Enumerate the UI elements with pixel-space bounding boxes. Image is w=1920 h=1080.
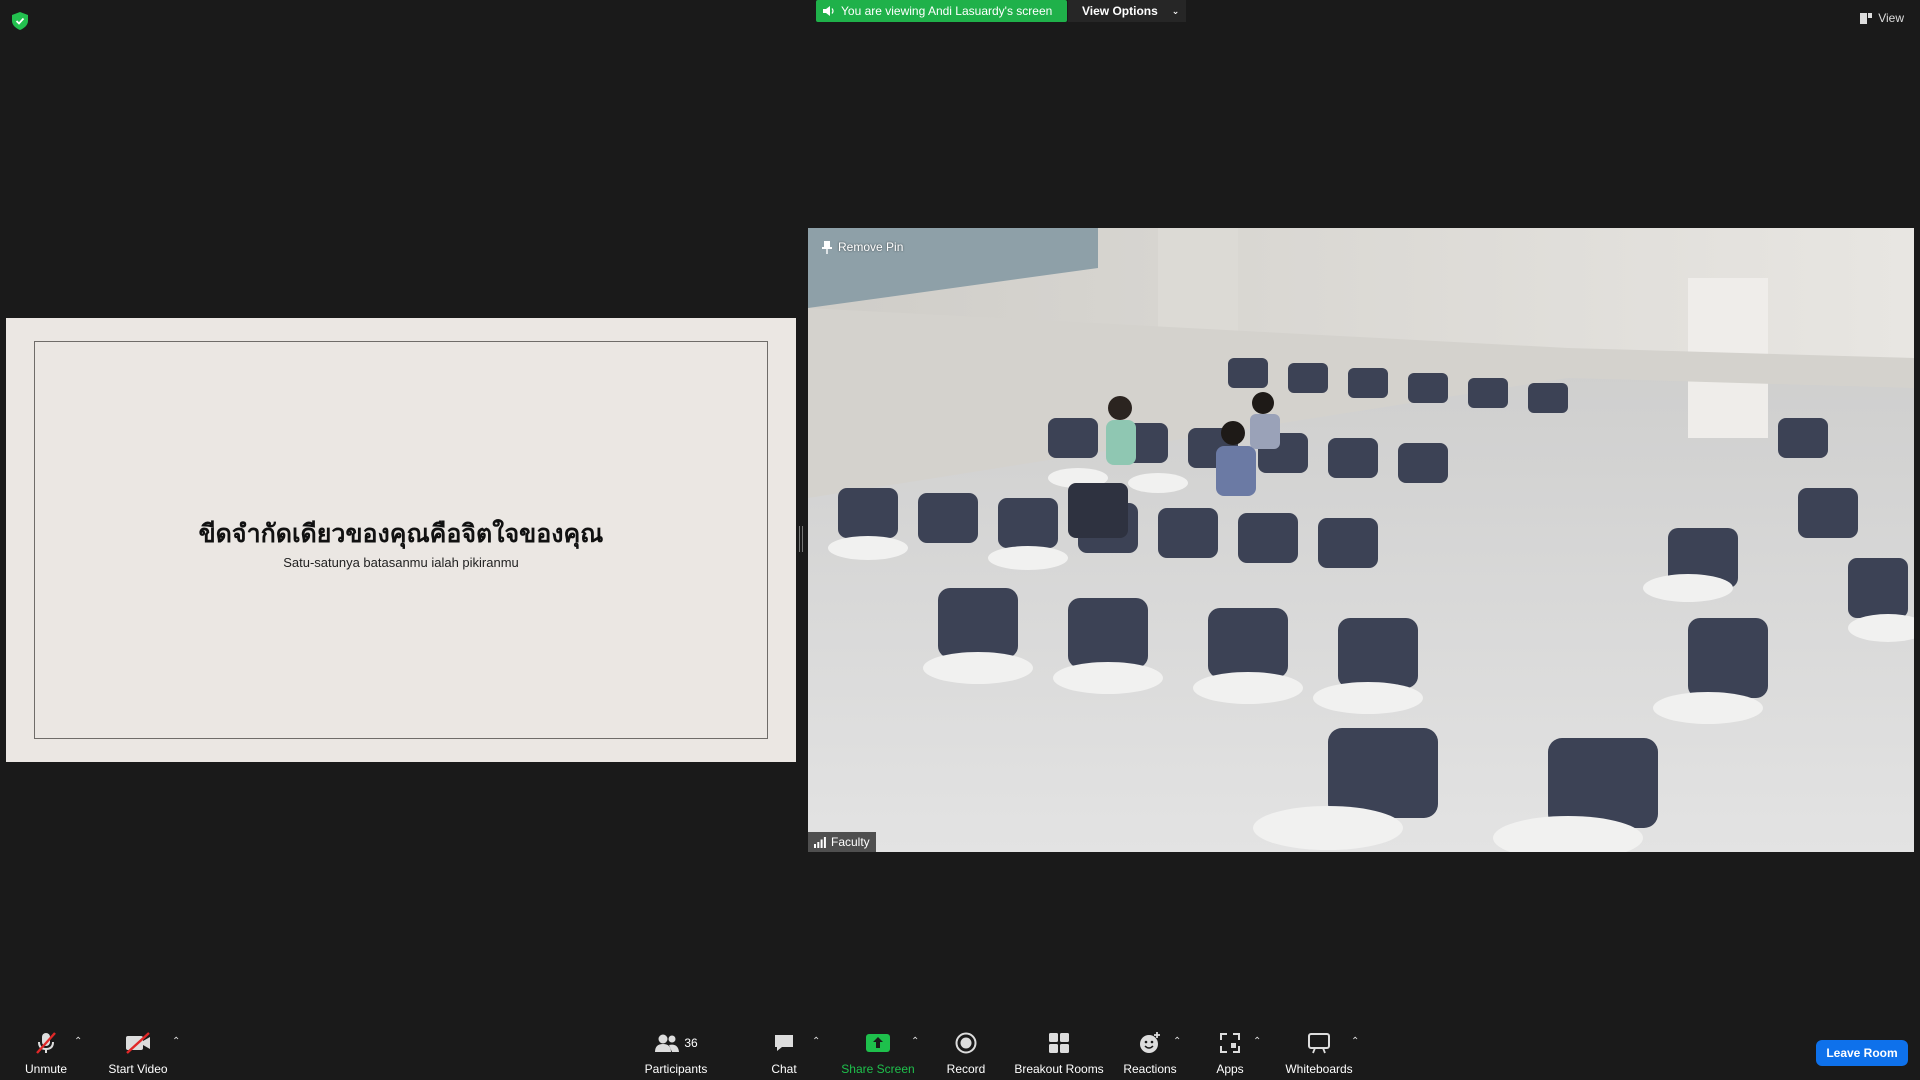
microphone-muted-icon [36,1032,56,1054]
apps-options-chevron-icon[interactable]: ⌃ [1253,1036,1261,1047]
record-icon [955,1032,977,1054]
reactions-button[interactable]: Reactions [1122,1030,1178,1076]
shared-screen-slide: ขีดจำกัดเดียวของคุณคือจิตใจของคุณ Satu-s… [6,318,796,762]
video-camera-off-icon [126,1032,150,1054]
video-options-chevron-icon[interactable]: ⌃ [172,1036,180,1047]
viewing-banner-text: You are viewing Andi Lasuardy's screen [841,4,1053,18]
unmute-button[interactable]: Unmute [20,1030,72,1076]
breakout-rooms-button[interactable]: Breakout Rooms [1014,1030,1104,1076]
view-layout-icon [1860,12,1873,24]
apps-button[interactable]: Apps [1212,1030,1248,1076]
record-label: Record [946,1062,986,1076]
speaker-icon [823,6,834,16]
participants-button[interactable]: 36 Participants [640,1030,712,1076]
whiteboards-button[interactable]: Whiteboards [1282,1030,1356,1076]
chat-options-chevron-icon[interactable]: ⌃ [812,1036,820,1047]
share-screen-label: Share Screen [841,1062,915,1076]
participants-icon [655,1034,680,1052]
pin-icon [822,240,832,254]
record-button[interactable]: Record [944,1030,988,1076]
whiteboards-label: Whiteboards [1285,1062,1353,1076]
share-options-chevron-icon[interactable]: ⌃ [911,1036,919,1047]
remove-pin-button[interactable]: Remove Pin [822,240,903,254]
whiteboard-icon [1308,1033,1330,1054]
meeting-toolbar: Unmute ⌃ Start Video ⌃ 36 Participants C… [0,1022,1920,1080]
slide-subtitle: Satu-satunya batasanmu ialah pikiranmu [283,555,519,570]
connection-strength-icon [814,836,826,848]
apps-icon [1220,1033,1240,1053]
apps-label: Apps [1216,1062,1244,1076]
viewing-screen-banner: You are viewing Andi Lasuardy's screen [816,0,1067,22]
share-screen-icon [866,1034,890,1052]
view-options-label: View Options [1082,4,1158,18]
emoji-plus-icon [1140,1032,1160,1053]
reactions-label: Reactions [1123,1062,1177,1076]
split-resize-handle[interactable] [799,526,803,552]
chat-bubble-icon [775,1035,793,1051]
remove-pin-label: Remove Pin [838,240,904,254]
breakout-rooms-label: Breakout Rooms [1014,1062,1104,1076]
unmute-label: Unmute [24,1062,68,1076]
leave-room-button[interactable]: Leave Room [1816,1040,1908,1066]
view-label: View [1878,11,1904,25]
start-video-button[interactable]: Start Video [104,1030,172,1076]
chat-label: Chat [771,1062,797,1076]
slide-title: ขีดจำกัดเดียวของคุณคือจิตใจของคุณ [198,519,604,548]
classroom-video-feed [808,228,1914,852]
participant-count: 36 [684,1036,698,1050]
view-button[interactable]: View [1860,11,1904,25]
security-shield-icon[interactable] [12,12,28,30]
audio-options-chevron-icon[interactable]: ⌃ [74,1036,82,1047]
participants-label: Participants [644,1062,708,1076]
participant-name-tag: Faculty [808,832,876,852]
chat-button[interactable]: Chat [766,1030,802,1076]
pinned-video-tile[interactable]: Remove Pin Faculty [808,228,1914,852]
participant-name: Faculty [831,835,870,849]
chevron-down-icon: ⌄ [1171,5,1180,16]
start-video-label: Start Video [108,1062,168,1076]
whiteboards-options-chevron-icon[interactable]: ⌃ [1351,1036,1359,1047]
reactions-options-chevron-icon[interactable]: ⌃ [1173,1036,1181,1047]
view-options-button[interactable]: View Options ⌄ [1068,0,1186,22]
breakout-rooms-icon [1049,1033,1069,1053]
share-screen-button[interactable]: Share Screen [840,1030,916,1076]
